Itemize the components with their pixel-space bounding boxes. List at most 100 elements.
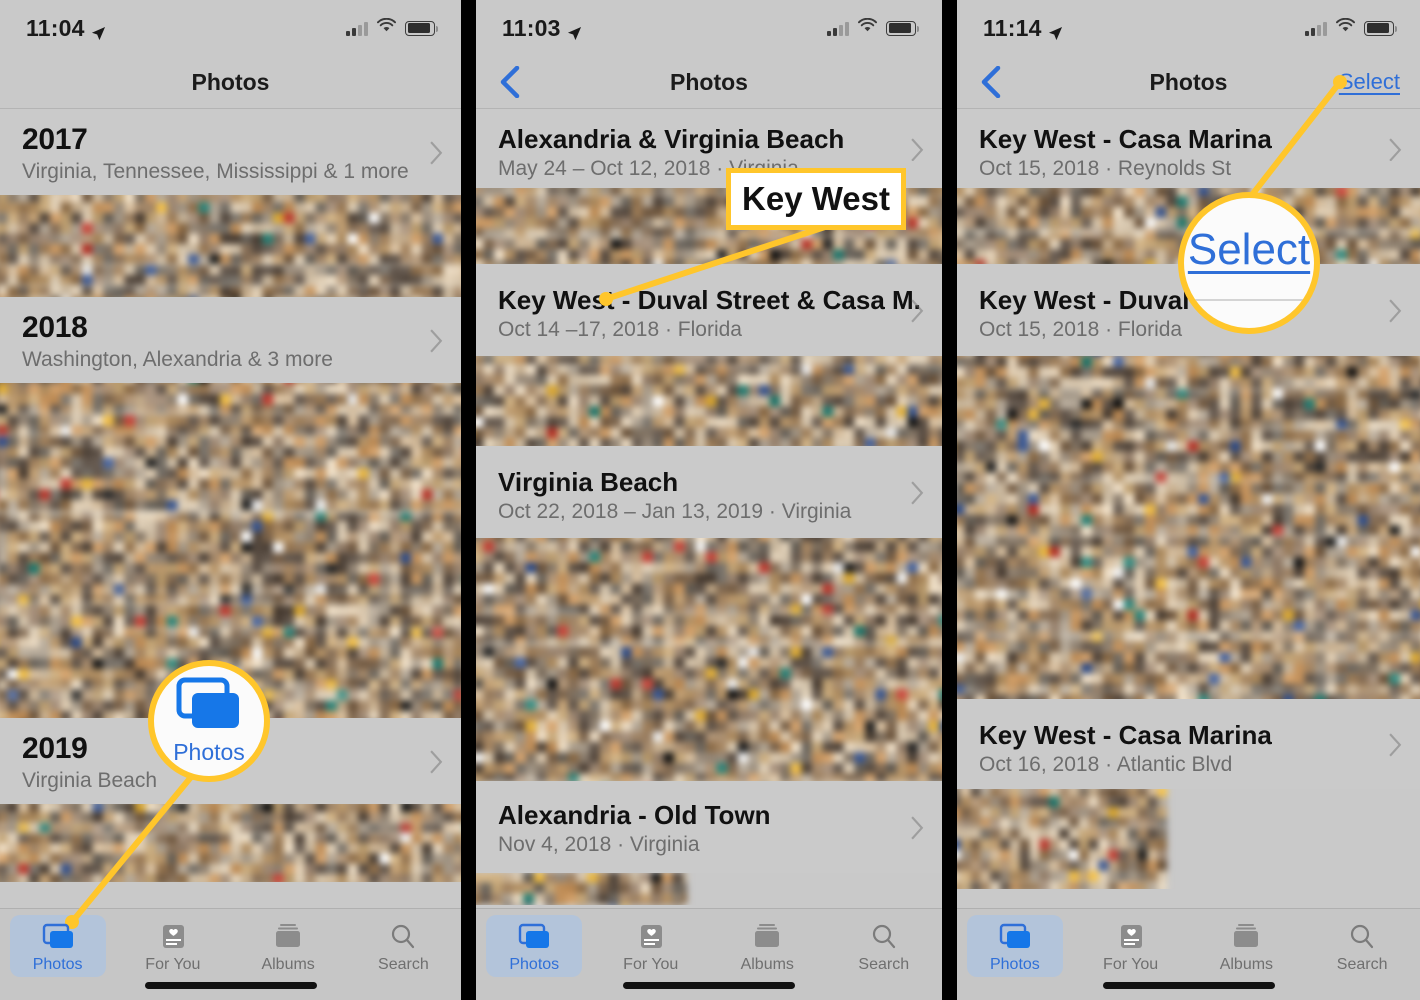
- tab-label: For You: [1103, 956, 1159, 973]
- row-subtitle: Oct 14 –17, 2018 · Florida: [498, 318, 742, 342]
- row-title: Alexandria & Virginia Beach: [498, 125, 845, 154]
- page-title: Photos: [1149, 68, 1228, 95]
- magnifier-rule: [1184, 299, 1314, 301]
- location-arrow-icon: [567, 20, 582, 40]
- cellular-bars-icon: [827, 21, 849, 36]
- status-indicators: [346, 17, 438, 38]
- home-indicator[interactable]: [144, 982, 317, 989]
- row-title: 2017: [22, 123, 88, 156]
- callout-key-west: Key West: [726, 168, 906, 230]
- search-icon: [1345, 923, 1379, 951]
- photo-strip-casa-marina-2[interactable]: [957, 789, 1420, 889]
- albums-icon: [271, 923, 305, 951]
- screen-3: 11:14 Photos Select Key West - Casa Mari…: [957, 0, 1420, 1000]
- tab-search[interactable]: Search: [346, 917, 461, 974]
- row-title: Key West - Casa Marina: [979, 125, 1272, 154]
- photos-icon: [517, 923, 551, 951]
- photo-strip-2017[interactable]: [0, 195, 461, 297]
- tab-albums[interactable]: Albums: [709, 917, 826, 974]
- home-indicator[interactable]: [1102, 982, 1275, 989]
- tab-label: Albums: [1219, 956, 1274, 973]
- battery-icon: [886, 20, 919, 36]
- row-subtitle: Oct 22, 2018 – Jan 13, 2019 · Virginia: [498, 500, 852, 524]
- tab-label: Photos: [32, 956, 83, 973]
- list-item-casa-marina-reynolds[interactable]: Key West - Casa Marina Oct 15, 2018 · Re…: [957, 109, 1420, 188]
- chevron-right-icon: [430, 141, 443, 165]
- list-item-virginia-beach[interactable]: Virginia Beach Oct 22, 2018 – Jan 13, 20…: [476, 446, 942, 538]
- list-item-key-west-duval[interactable]: Key West - Duval Street & Casa M... Oct …: [476, 264, 942, 356]
- tab-search[interactable]: Search: [1304, 917, 1420, 974]
- phone-panel-1: 11:04 Photos 2017 Virginia, Tennessee, M…: [0, 0, 461, 1000]
- list-item-casa-marina-atlantic[interactable]: Key West - Casa Marina Oct 16, 2018 · At…: [957, 699, 1420, 789]
- chevron-right-icon: [911, 137, 924, 161]
- select-button[interactable]: Select: [1339, 69, 1400, 95]
- nav-bar-2: Photos: [476, 56, 942, 109]
- location-arrow-icon: [91, 20, 106, 40]
- chevron-right-icon: [430, 750, 443, 774]
- tab-photos[interactable]: Photos: [0, 915, 115, 977]
- tab-albums[interactable]: Albums: [231, 917, 346, 974]
- photo-strip-old-town[interactable]: [476, 873, 942, 905]
- tab-photos[interactable]: Photos: [957, 915, 1073, 977]
- magnifier-select-label: Select: [1187, 225, 1311, 274]
- chevron-right-icon: [430, 329, 443, 353]
- status-bar-2: 11:03: [476, 0, 942, 56]
- magnifier-photos-tab: Photos: [148, 660, 270, 782]
- list-item-alexandria-old-town[interactable]: Alexandria - Old Town Nov 4, 2018 · Virg…: [476, 781, 942, 873]
- page-title: Photos: [670, 68, 748, 95]
- battery-icon: [1364, 20, 1397, 36]
- location-arrow-icon: [1048, 20, 1063, 40]
- tab-label: Photos: [989, 956, 1040, 973]
- list-item-year-2018[interactable]: 2018 Washington, Alexandria & 3 more: [0, 297, 461, 383]
- tab-search[interactable]: Search: [826, 917, 943, 974]
- magnifier-photos-label: Photos: [173, 738, 245, 765]
- tab-photos[interactable]: Photos: [476, 915, 593, 977]
- photos-icon: [998, 923, 1032, 951]
- search-icon: [386, 923, 420, 951]
- page-title: Photos: [191, 68, 270, 95]
- photo-strip-duval[interactable]: [957, 356, 1420, 699]
- wifi-icon: [377, 17, 396, 38]
- tab-label: For You: [145, 956, 201, 973]
- wifi-icon: [1336, 17, 1355, 38]
- cellular-bars-icon: [346, 21, 368, 36]
- row-title: Key West - Duval Street & Casa M...: [498, 286, 920, 315]
- status-bar-1: 11:04: [0, 0, 461, 56]
- photo-strip-virginia-beach[interactable]: [476, 538, 942, 781]
- for-you-icon: [1114, 923, 1148, 951]
- search-icon: [867, 923, 901, 951]
- row-subtitle: Nov 4, 2018 · Virginia: [498, 833, 700, 857]
- back-chevron-icon[interactable]: [979, 65, 1001, 99]
- chevron-right-icon: [1389, 733, 1402, 757]
- tab-albums[interactable]: Albums: [1189, 917, 1305, 974]
- status-time-group: 11:14: [983, 15, 1063, 42]
- row-subtitle: Oct 15, 2018 · Florida: [979, 318, 1183, 342]
- photo-strip-key-west[interactable]: [476, 356, 942, 446]
- chevron-right-icon: [911, 481, 924, 505]
- chevron-right-icon: [1389, 137, 1402, 161]
- row-title: Alexandria - Old Town: [498, 801, 771, 830]
- status-time: 11:14: [983, 14, 1042, 41]
- tab-label: Albums: [740, 956, 794, 973]
- tab-for-you[interactable]: For You: [115, 917, 230, 974]
- tab-label: For You: [623, 956, 679, 973]
- tab-for-you[interactable]: For You: [1073, 917, 1189, 974]
- chevron-right-icon: [911, 299, 924, 323]
- list-item-year-2017[interactable]: 2017 Virginia, Tennessee, Mississippi & …: [0, 109, 461, 195]
- tab-label: Search: [1336, 956, 1388, 973]
- photo-strip-2019[interactable]: [0, 804, 461, 882]
- nav-bar-1: Photos: [0, 56, 461, 109]
- row-title: Virginia Beach: [498, 468, 679, 497]
- for-you-icon: [634, 923, 668, 951]
- tab-for-you[interactable]: For You: [593, 917, 710, 974]
- cellular-bars-icon: [1305, 21, 1327, 36]
- home-indicator[interactable]: [623, 982, 795, 989]
- chevron-right-icon: [911, 816, 924, 840]
- row-subtitle: Virginia, Tennessee, Mississippi & 1 mor…: [22, 159, 409, 183]
- nav-bar-3: Photos Select: [957, 56, 1420, 109]
- back-chevron-icon[interactable]: [498, 65, 520, 99]
- wifi-icon: [858, 17, 877, 38]
- status-time-group: 11:03: [502, 15, 582, 42]
- status-time: 11:03: [502, 14, 561, 41]
- phone-panel-3: 11:14 Photos Select Key West - Casa Mari…: [957, 0, 1420, 1000]
